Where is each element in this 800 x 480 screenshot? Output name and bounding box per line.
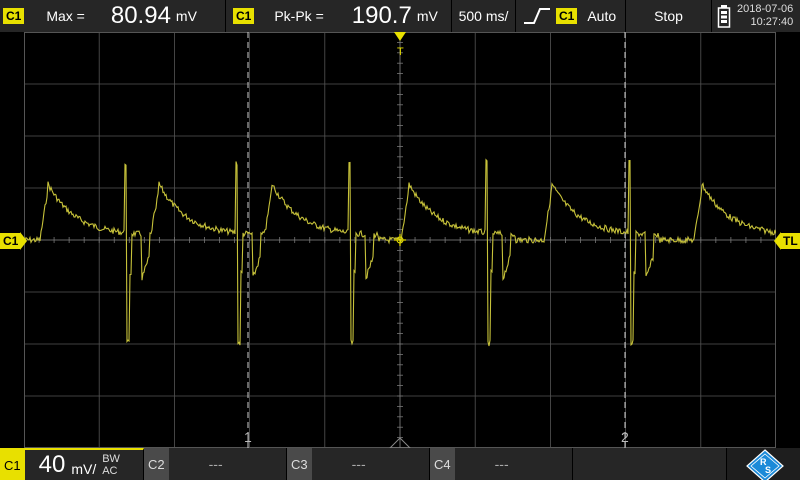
trigger-mode: Auto bbox=[587, 8, 617, 24]
measurement-unit: mV bbox=[416, 8, 438, 24]
trigger-button[interactable]: C1 Auto bbox=[516, 0, 626, 32]
channel-bar: C1 40 mV/ BW AC C2 --- C3 --- C4 --- R S bbox=[0, 448, 800, 480]
channel-2-settings[interactable]: C2 --- bbox=[144, 448, 287, 480]
timebase-value: 500 ms/ bbox=[458, 8, 509, 24]
channel-1-scale: 40 bbox=[38, 451, 66, 478]
svg-text:S: S bbox=[765, 465, 771, 475]
top-toolbar: C1 Max = 80.94 mV C1 Pk-Pk = 190.7 mV 50… bbox=[0, 0, 800, 32]
channel-3-settings[interactable]: C3 --- bbox=[287, 448, 430, 480]
battery-icon bbox=[717, 5, 731, 28]
run-stop-button[interactable]: Stop bbox=[626, 0, 712, 32]
channel-1-settings[interactable]: C1 40 mV/ BW AC bbox=[0, 448, 144, 480]
rohde-schwarz-logo: R S bbox=[746, 449, 784, 480]
measurement-label: Pk-Pk = bbox=[274, 8, 324, 24]
channel-2-value: --- bbox=[208, 456, 223, 472]
trigger-position-marker bbox=[394, 32, 406, 41]
channel-1-unit: mV/ bbox=[71, 461, 97, 477]
channel-2-label: C2 bbox=[144, 448, 169, 480]
empty-slot bbox=[573, 448, 727, 480]
measurement-value: 80.94 bbox=[110, 2, 171, 29]
channel-4-label: C4 bbox=[430, 448, 455, 480]
cursor-1-label: 1 bbox=[244, 429, 252, 445]
measurement-unit: mV bbox=[175, 8, 197, 24]
date-display: 2018-07-06 bbox=[737, 3, 794, 15]
bandwidth-label: BW bbox=[102, 453, 120, 465]
channel-3-value: --- bbox=[351, 456, 366, 472]
measurement-channel-tag: C1 bbox=[3, 8, 25, 24]
trigger-channel-tag: C1 bbox=[556, 8, 578, 24]
trigger-marker-label: T bbox=[397, 46, 404, 58]
brand-area: R S bbox=[727, 448, 800, 480]
timebase-button[interactable]: 500 ms/ bbox=[452, 0, 516, 32]
measurement-pkpk[interactable]: C1 Pk-Pk = 190.7 mV bbox=[226, 0, 452, 32]
measurement-value: 190.7 bbox=[351, 2, 412, 29]
channel-4-value: --- bbox=[494, 456, 509, 472]
time-display: 10:27:40 bbox=[750, 16, 794, 28]
cursor-2-label: 2 bbox=[621, 429, 629, 445]
coupling-label: AC bbox=[102, 465, 118, 477]
trigger-level-marker[interactable]: TL bbox=[774, 232, 800, 250]
trigger-crosshair bbox=[394, 234, 406, 246]
channel-1-label: C1 bbox=[0, 450, 25, 480]
channel-3-label: C3 bbox=[287, 448, 312, 480]
status-area: 2018-07-06 10:27:40 bbox=[712, 0, 800, 32]
rising-edge-icon bbox=[524, 8, 550, 24]
run-state: Stop bbox=[654, 8, 683, 24]
channel-4-settings[interactable]: C4 --- bbox=[430, 448, 573, 480]
measurement-channel-tag: C1 bbox=[233, 8, 255, 24]
measurement-label: Max = bbox=[46, 8, 85, 24]
channel-1-offset-marker[interactable]: C1 bbox=[0, 232, 28, 250]
waveform-display[interactable]: T 1 2 bbox=[24, 32, 776, 448]
measurement-max[interactable]: C1 Max = 80.94 mV bbox=[0, 0, 226, 32]
